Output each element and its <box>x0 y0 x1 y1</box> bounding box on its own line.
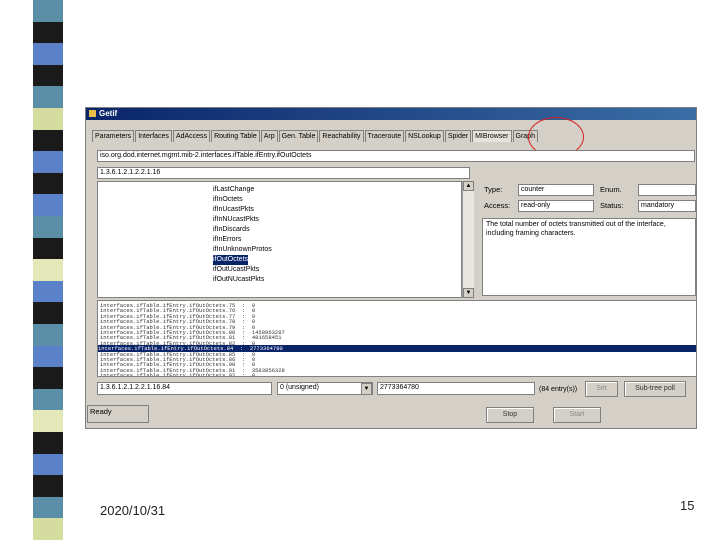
stop-button[interactable]: Stop <box>486 407 534 423</box>
scroll-down-icon[interactable]: ▼ <box>463 288 474 298</box>
stripe-block <box>33 108 63 131</box>
stripe-block <box>33 129 63 152</box>
footer-date: 2020/10/31 <box>100 503 166 518</box>
stripe-block <box>33 194 63 217</box>
stripe-block <box>33 43 63 66</box>
stripe-block <box>33 259 63 282</box>
tab-traceroute[interactable]: Traceroute <box>364 130 405 142</box>
stripe-block <box>33 151 63 174</box>
chevron-down-icon[interactable]: ▼ <box>361 383 372 395</box>
tree-item[interactable]: ifInErrors <box>213 235 241 245</box>
stripe-block <box>33 345 63 368</box>
oid-path-field[interactable]: iso.org.dod.internet.mgmt.mib-2.interfac… <box>97 150 695 162</box>
tab-interfaces[interactable]: Interfaces <box>135 130 172 142</box>
table-row[interactable]: interfaces.ifTable.ifEntry.ifOutOctets.9… <box>100 372 255 376</box>
mib-tree: ifLastChange ifInOctets ifInUcastPkts ifInN… <box>97 181 462 298</box>
footer-page-number: 15 <box>680 498 695 513</box>
stripe-block <box>33 172 63 195</box>
stripe-block <box>33 453 63 476</box>
tab-arp[interactable]: Arp <box>260 130 278 142</box>
stripe-block <box>33 410 63 433</box>
scroll-up-icon[interactable]: ▲ <box>463 181 474 191</box>
enum-field[interactable] <box>638 184 696 196</box>
tree-item[interactable]: ifInNUcastPkts <box>213 215 259 225</box>
results-list[interactable]: interfaces.ifTable.ifEntry.ifOutOctets.7… <box>97 300 697 377</box>
tree-item[interactable]: ifInUnknownProtos <box>213 245 272 255</box>
mib-status-field[interactable]: mandatory <box>638 200 696 212</box>
enum-label: Enum. <box>600 185 622 194</box>
tab-spider[interactable]: Spider <box>444 130 472 142</box>
stripe-block <box>33 388 63 411</box>
type-field[interactable]: counter <box>518 184 594 196</box>
tab-bar: Parameters Interfaces AdAccess Routing Tabl… <box>92 130 539 142</box>
stripe-block <box>33 475 63 498</box>
stripe-block <box>33 432 63 455</box>
stripe-block <box>33 367 63 390</box>
window-title: Getif <box>99 109 118 118</box>
stripe-block <box>33 21 63 44</box>
type-select[interactable]: 0 (unsigned) <box>277 382 373 395</box>
app-icon <box>89 110 96 117</box>
tree-item[interactable]: ifInDiscards <box>213 225 250 235</box>
stripe-block <box>33 518 63 540</box>
access-label: Access: <box>484 201 511 210</box>
tree-item[interactable]: ifInUcastPkts <box>213 205 254 215</box>
description-box: The total number of octets transmitted o… <box>482 218 696 296</box>
start-button[interactable]: Start <box>553 407 601 423</box>
tab-mibrowser[interactable]: MIBrowser <box>472 130 512 142</box>
tab-routing-table[interactable]: Routing Table <box>211 130 260 142</box>
stripe-block <box>33 237 63 260</box>
access-field[interactable]: read-only <box>518 200 594 212</box>
stripe-block <box>33 280 63 303</box>
status-label: Status: <box>600 201 624 210</box>
status-bar: Ready <box>87 405 149 423</box>
tab-parameters[interactable]: Parameters <box>92 130 135 142</box>
set-button[interactable]: Set <box>585 381 618 397</box>
tree-scrollbar[interactable]: ▲ ▼ <box>462 181 474 298</box>
tab-gen-table[interactable]: Gen. Table <box>278 130 319 142</box>
tree-item[interactable]: ifOutOctets <box>213 255 249 265</box>
window-titlebar: Getif <box>86 108 696 120</box>
stripe-block <box>33 64 63 87</box>
stripe-block <box>33 324 63 347</box>
tab-nslookup[interactable]: NSLookup <box>405 130 444 142</box>
stripe-block <box>33 496 63 519</box>
tab-adaccess[interactable]: AdAccess <box>172 130 211 142</box>
tab-reachability[interactable]: Reachability <box>319 130 364 142</box>
stripe-block <box>33 86 63 109</box>
decorative-stripe <box>33 0 63 540</box>
sub-tree-poll-button[interactable]: Sub-tree poll <box>624 381 686 397</box>
entries-count: (84 entry(s)) <box>539 386 578 393</box>
oid-numeric-field[interactable]: 1.3.6.1.2.1.2.2.1.16 <box>97 167 470 179</box>
type-label: Type: <box>484 185 503 194</box>
stripe-block <box>33 302 63 325</box>
tree-item[interactable]: ifLastChange <box>213 185 254 195</box>
value-field[interactable]: 2773364780 <box>377 382 535 395</box>
tree-item[interactable]: ifOutNUcastPkts <box>213 275 264 285</box>
tree-item[interactable]: ifOutUcastPkts <box>213 265 259 275</box>
bottom-oid-field[interactable]: 1.3.6.1.2.1.2.2.1.16.84 <box>97 382 272 395</box>
stripe-block <box>33 0 63 23</box>
tree-item[interactable]: ifInOctets <box>213 195 243 205</box>
stripe-block <box>33 216 63 239</box>
